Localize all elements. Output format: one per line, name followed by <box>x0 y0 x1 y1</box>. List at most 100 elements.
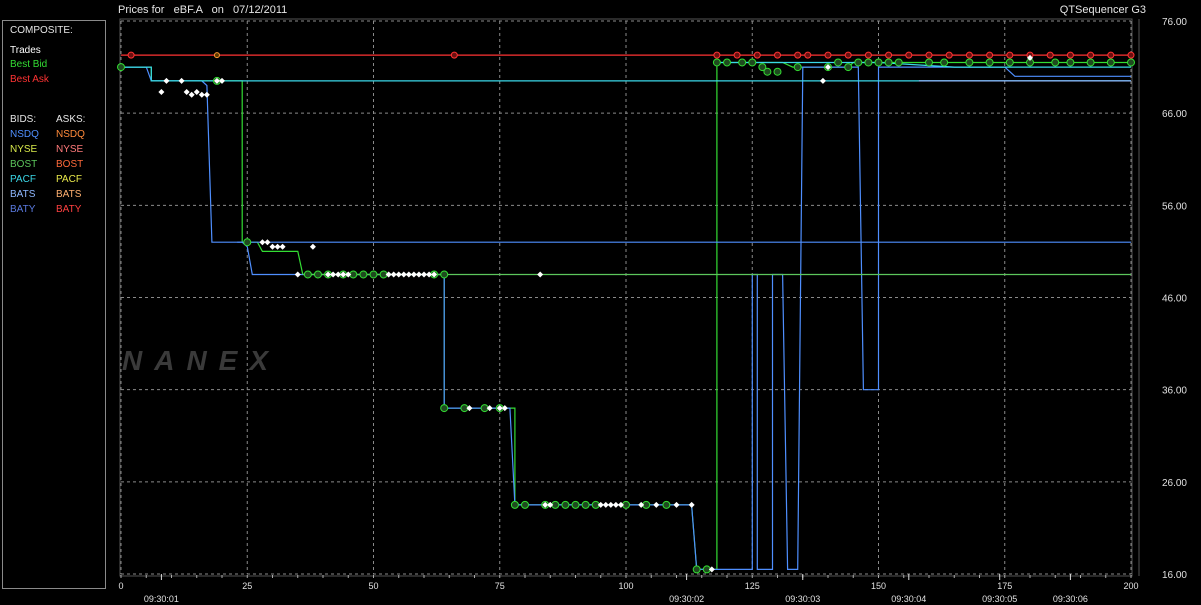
bid-marker <box>440 404 449 413</box>
ask-marker <box>885 51 893 59</box>
trade-marker <box>309 243 316 250</box>
bid-marker <box>303 270 312 279</box>
trade-marker <box>653 501 660 508</box>
y-tick-label: 16.00 <box>1162 570 1187 581</box>
ask-marker <box>804 51 812 59</box>
y-tick-label: 36.00 <box>1162 386 1187 397</box>
y-tick-label: 76.00 <box>1162 17 1187 28</box>
x-tick-label: 150 <box>871 581 886 591</box>
bid-marker <box>510 500 519 509</box>
bid-marker <box>117 63 125 72</box>
ask-marker <box>1006 51 1014 59</box>
bid-marker <box>369 270 378 279</box>
bid-marker <box>1051 58 1060 67</box>
ask-marker <box>1087 51 1095 59</box>
bid-marker <box>313 270 322 279</box>
ask-marker <box>753 51 761 59</box>
x-tick-label: 125 <box>745 581 760 591</box>
bid-marker <box>662 500 671 509</box>
time-tick-label: 09:30:05 <box>982 594 1017 604</box>
bid-marker <box>440 270 449 279</box>
y-tick-label: 66.00 <box>1162 109 1187 120</box>
trade-marker <box>193 88 200 95</box>
bid-marker <box>581 500 590 509</box>
bid-marker <box>925 58 933 67</box>
time-tick-label: 09:30:03 <box>785 594 820 604</box>
bid-marker <box>793 63 802 72</box>
x-tick-label: 75 <box>495 581 505 591</box>
x-tick-label: 50 <box>368 581 378 591</box>
ask-marker <box>774 51 781 59</box>
ask-marker <box>844 51 852 59</box>
bid-marker <box>940 58 949 67</box>
trade-marker <box>673 501 680 508</box>
bid-marker <box>1106 58 1115 67</box>
ask-marker <box>864 51 872 59</box>
time-tick-label: 09:30:04 <box>891 594 926 604</box>
bid-marker <box>243 238 252 247</box>
trade-marker <box>688 501 695 508</box>
trade-marker <box>819 77 826 84</box>
x-tick-label: 0 <box>118 581 123 591</box>
ask-marker <box>733 51 741 59</box>
x-tick-label: 200 <box>1123 581 1138 591</box>
bid-marker <box>1127 58 1135 67</box>
bid-marker <box>965 58 974 67</box>
trade-marker <box>279 243 286 250</box>
ask-marker <box>965 51 973 59</box>
bid-marker <box>738 58 747 67</box>
ask-marker <box>986 51 994 59</box>
nanex-watermark: NANEX <box>122 345 280 376</box>
trade-marker <box>294 271 301 278</box>
x-tick-label: 25 <box>242 581 252 591</box>
trade-marker <box>178 77 185 84</box>
ask-marker <box>925 51 933 59</box>
bid-marker <box>359 270 368 279</box>
bid-marker <box>773 67 782 76</box>
ask-marker <box>794 51 802 59</box>
x-tick-label: 100 <box>618 581 633 591</box>
bid-marker <box>571 500 580 509</box>
ask-marker <box>1066 51 1074 59</box>
x-tick-label: 175 <box>997 581 1012 591</box>
bid-marker <box>864 58 873 67</box>
bid-marker <box>1086 58 1095 67</box>
bid-marker <box>884 58 893 67</box>
bid-marker <box>894 58 903 67</box>
time-tick-label: 09:30:02 <box>669 594 704 604</box>
ask-marker <box>1107 51 1115 59</box>
bid-marker <box>692 565 701 574</box>
bid-marker <box>985 58 994 67</box>
trade-marker <box>183 88 190 95</box>
ask-marker <box>824 51 832 59</box>
trade-marker <box>203 91 210 98</box>
trade-marker <box>537 271 544 278</box>
y-tick-label: 56.00 <box>1162 201 1187 212</box>
ask-marker <box>945 51 953 59</box>
bid-marker <box>521 500 529 509</box>
time-tick-label: 09:30:06 <box>1053 594 1088 604</box>
trade-marker <box>163 77 170 84</box>
trade-marker <box>158 88 165 95</box>
y-tick-label: 26.00 <box>1162 478 1187 489</box>
ask-marker <box>713 51 721 59</box>
trade-marker <box>188 91 195 98</box>
bid-marker <box>748 58 757 67</box>
ask-marker <box>1046 51 1054 59</box>
bid-marker <box>1005 58 1014 67</box>
ask-marker <box>1127 51 1135 59</box>
price-chart: 16.00 26.00 36.00 46.00 56.00 66.00 76.00 0 25 50… <box>117 17 1187 604</box>
bid-marker <box>1066 58 1075 67</box>
ask-marker <box>127 51 135 59</box>
bid-marker <box>834 58 843 67</box>
chart-window: Prices for eBF.A on 07/12/2011 QTSequenc… <box>0 0 1201 605</box>
bid-marker <box>854 58 863 67</box>
bid-marker <box>723 58 731 67</box>
trade-marker <box>264 239 271 246</box>
ask-marker <box>450 51 458 59</box>
bid-marker <box>844 63 853 72</box>
ask-marker <box>905 51 913 59</box>
bid-marker <box>561 500 570 509</box>
ask-marker-nsdq <box>213 52 220 59</box>
y-tick-label: 46.00 <box>1162 294 1187 305</box>
